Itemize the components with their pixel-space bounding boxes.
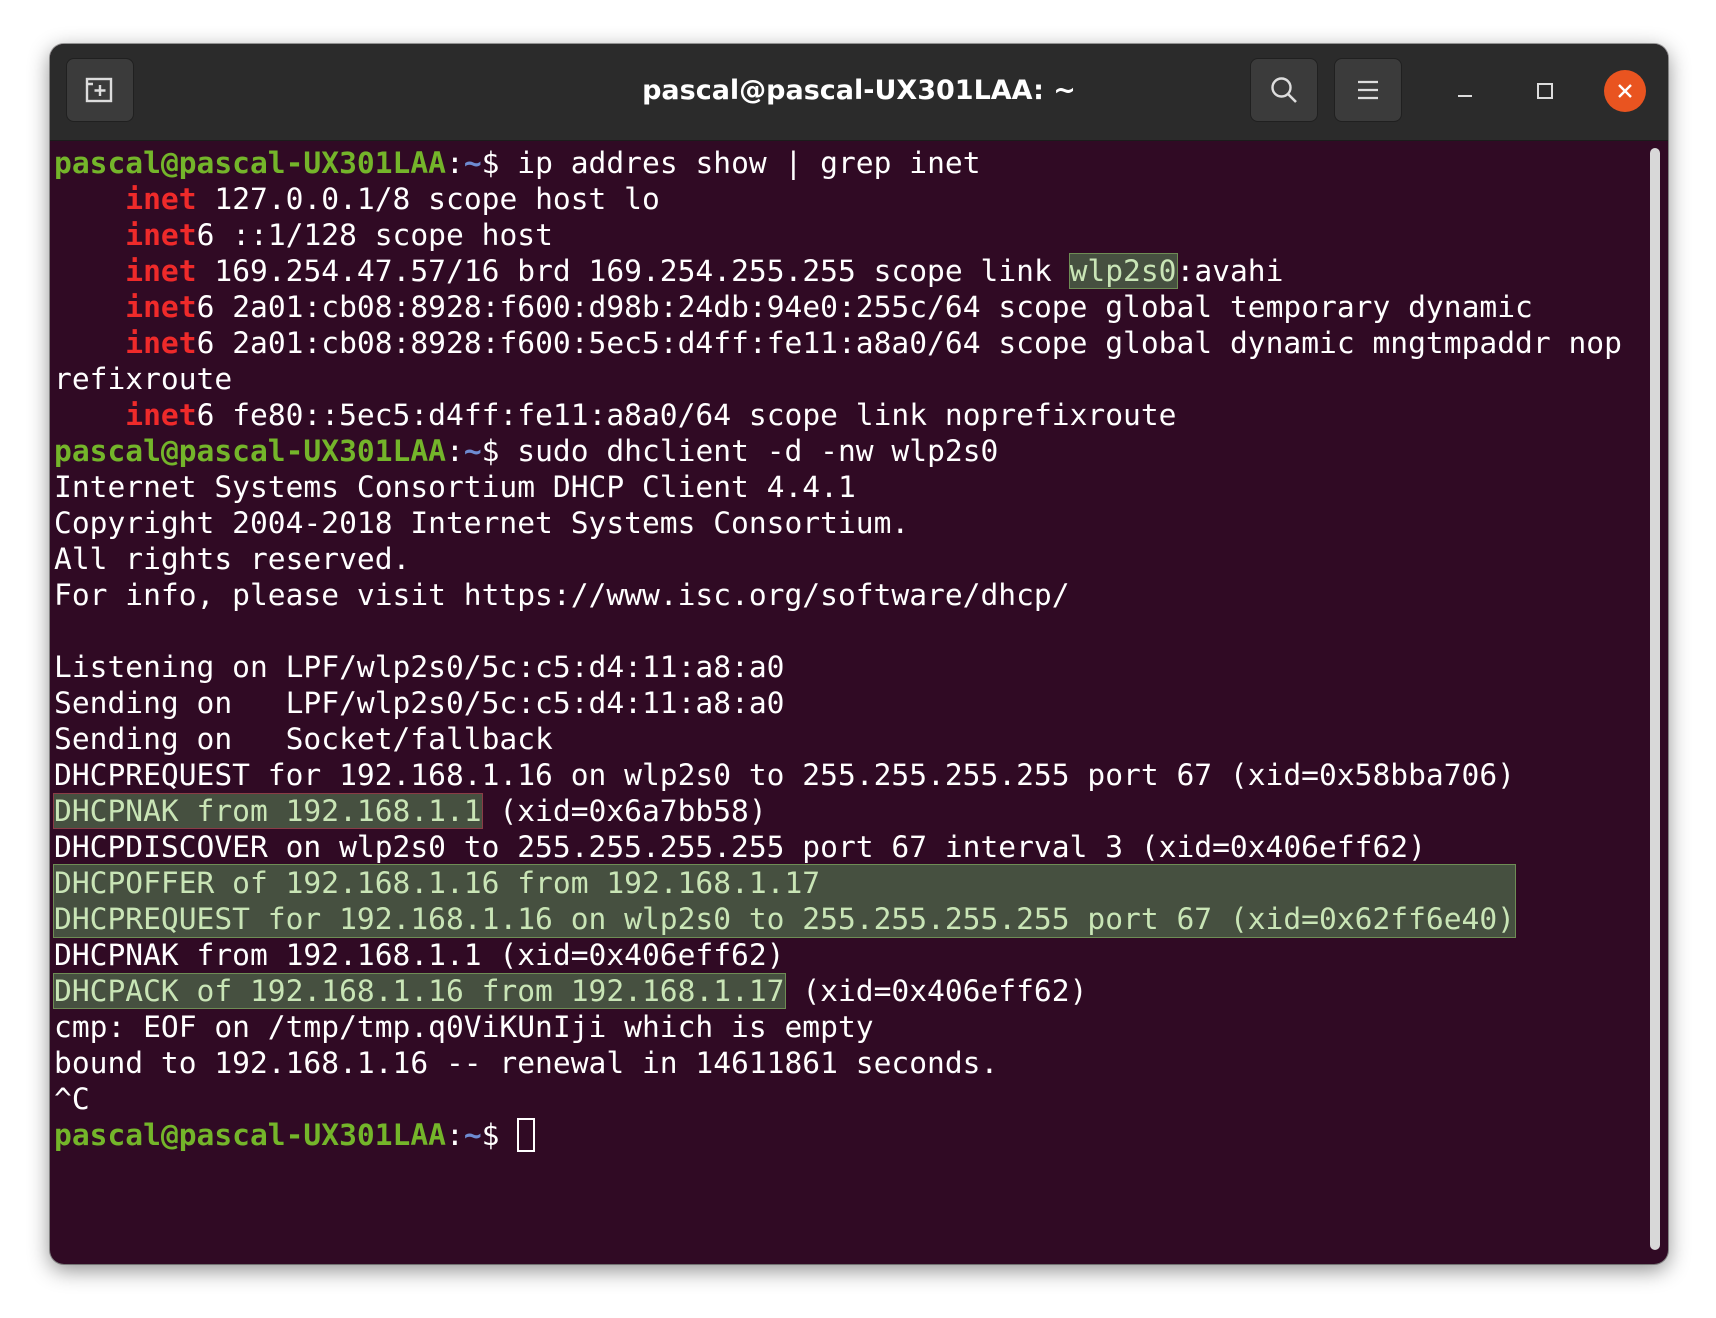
prompt-colon: :	[445, 1118, 464, 1152]
output-line: DHCPNAK from 192.168.1.1 (xid=0x406eff62…	[54, 938, 785, 972]
terminal-output[interactable]: pascal@pascal-UX301LAA:~$ ip addres show…	[53, 144, 1642, 1264]
output-text: :avahi	[1176, 254, 1284, 288]
output-text: 6 2a01:cb08:8928:f600:5ec5:d4ff:fe11:a8a…	[196, 326, 1622, 360]
output-line: refixroute	[54, 362, 233, 396]
output-line: inet 169.254.47.57/16 brd 169.254.255.25…	[54, 253, 1642, 289]
prompt-colon: :	[445, 146, 464, 180]
grep-match: inet	[125, 254, 197, 288]
output-line: Sending on Socket/fallback	[54, 722, 553, 756]
prompt-user: pascal@pascal-UX301LAA	[54, 434, 446, 468]
minimize-button[interactable]	[1444, 70, 1486, 112]
prompt-path: ~	[463, 434, 482, 468]
output-text: (xid=0x6a7bb58)	[481, 794, 767, 828]
output-line: ^C	[54, 1082, 90, 1116]
prompt-sign: $	[481, 434, 518, 468]
command-text: sudo dhclient -d -nw wlp2s0	[517, 434, 999, 468]
grep-match: inet	[125, 398, 197, 432]
search-icon	[1271, 77, 1297, 103]
prompt-line: pascal@pascal-UX301LAA:~$ sudo dhclient …	[54, 433, 1642, 469]
output-line: DHCPDISCOVER on wlp2s0 to 255.255.255.25…	[54, 830, 1426, 864]
output-text: 127.0.0.1/8 scope host lo	[196, 182, 660, 216]
menu-button[interactable]	[1334, 58, 1402, 122]
output-line: inet 127.0.0.1/8 scope host lo	[54, 181, 1642, 217]
highlighted-block: DHCPOFFER of 192.168.1.16 from 192.168.1…	[53, 864, 1516, 938]
command-text: ip addres show | grep inet	[517, 146, 981, 180]
title-bar: pascal@pascal-UX301LAA: ~	[50, 44, 1668, 141]
output-line: DHCPACK of 192.168.1.16 from 192.168.1.1…	[53, 973, 1642, 1009]
prompt-sign: $	[481, 1118, 518, 1152]
hamburger-menu-icon	[1358, 80, 1378, 100]
output-line: inet6 2a01:cb08:8928:f600:5ec5:d4ff:fe11…	[54, 325, 1642, 361]
output-text: (xid=0x406eff62)	[784, 974, 1088, 1008]
prompt-colon: :	[445, 434, 464, 468]
maximize-icon	[1537, 83, 1553, 99]
grep-match: inet	[125, 326, 197, 360]
prompt-user: pascal@pascal-UX301LAA	[54, 1118, 446, 1152]
close-icon	[1618, 84, 1632, 98]
output-line: For info, please visit https://www.isc.o…	[54, 578, 1070, 612]
highlighted-text: DHCPNAK from 192.168.1.1	[53, 793, 483, 829]
grep-match: inet	[125, 182, 197, 216]
output-line: DHCPREQUEST for 192.168.1.16 on wlp2s0 t…	[54, 758, 1515, 792]
highlighted-text: DHCPACK of 192.168.1.16 from 192.168.1.1…	[53, 973, 786, 1009]
grep-match: inet	[125, 218, 197, 252]
output-text: 6 2a01:cb08:8928:f600:d98b:24db:94e0:255…	[196, 290, 1533, 324]
output-line: DHCPREQUEST for 192.168.1.16 on wlp2s0 t…	[54, 902, 1515, 936]
output-text: 6 fe80::5ec5:d4ff:fe11:a8a0/64 scope lin…	[196, 398, 1177, 432]
close-button[interactable]	[1604, 70, 1646, 112]
output-line: DHCPOFFER of 192.168.1.16 from 192.168.1…	[54, 866, 821, 900]
output-line: Internet Systems Consortium DHCP Client …	[54, 470, 856, 504]
output-text: 169.254.47.57/16 brd 169.254.255.255 sco…	[196, 254, 1070, 288]
highlighted-text: wlp2s0	[1068, 253, 1178, 289]
prompt-line: pascal@pascal-UX301LAA:~$	[54, 1117, 1642, 1153]
output-line: inet6 ::1/128 scope host	[54, 217, 1642, 253]
terminal-window: pascal@pascal-UX301LAA: ~ pascal@pascal-…	[50, 44, 1668, 1264]
search-button[interactable]	[1250, 58, 1318, 122]
output-line: bound to 192.168.1.16 -- renewal in 1461…	[54, 1046, 999, 1080]
scrollbar[interactable]	[1650, 148, 1660, 1250]
output-line: Listening on LPF/wlp2s0/5c:c5:d4:11:a8:a…	[54, 650, 785, 684]
output-line: cmp: EOF on /tmp/tmp.q0ViKUnIji which is…	[54, 1010, 874, 1044]
new-tab-icon	[85, 77, 113, 103]
grep-match: inet	[125, 290, 197, 324]
maximize-button[interactable]	[1524, 70, 1566, 112]
output-line: Sending on LPF/wlp2s0/5c:c5:d4:11:a8:a0	[54, 686, 785, 720]
output-text: 6 ::1/128 scope host	[196, 218, 553, 252]
prompt-sign: $	[481, 146, 518, 180]
prompt-line: pascal@pascal-UX301LAA:~$ ip addres show…	[54, 145, 1642, 181]
minimize-icon	[1458, 95, 1472, 97]
prompt-path: ~	[463, 1118, 482, 1152]
new-tab-button[interactable]	[66, 58, 134, 122]
output-line: Copyright 2004-2018 Internet Systems Con…	[54, 506, 910, 540]
window-title: pascal@pascal-UX301LAA: ~	[642, 75, 1076, 106]
prompt-user: pascal@pascal-UX301LAA	[54, 146, 446, 180]
prompt-path: ~	[463, 146, 482, 180]
output-line: inet6 fe80::5ec5:d4ff:fe11:a8a0/64 scope…	[54, 397, 1642, 433]
output-line: All rights reserved.	[54, 542, 411, 576]
text-cursor	[517, 1117, 536, 1152]
output-line: DHCPNAK from 192.168.1.1 (xid=0x6a7bb58)	[53, 793, 1642, 829]
output-line: inet6 2a01:cb08:8928:f600:d98b:24db:94e0…	[54, 289, 1642, 325]
